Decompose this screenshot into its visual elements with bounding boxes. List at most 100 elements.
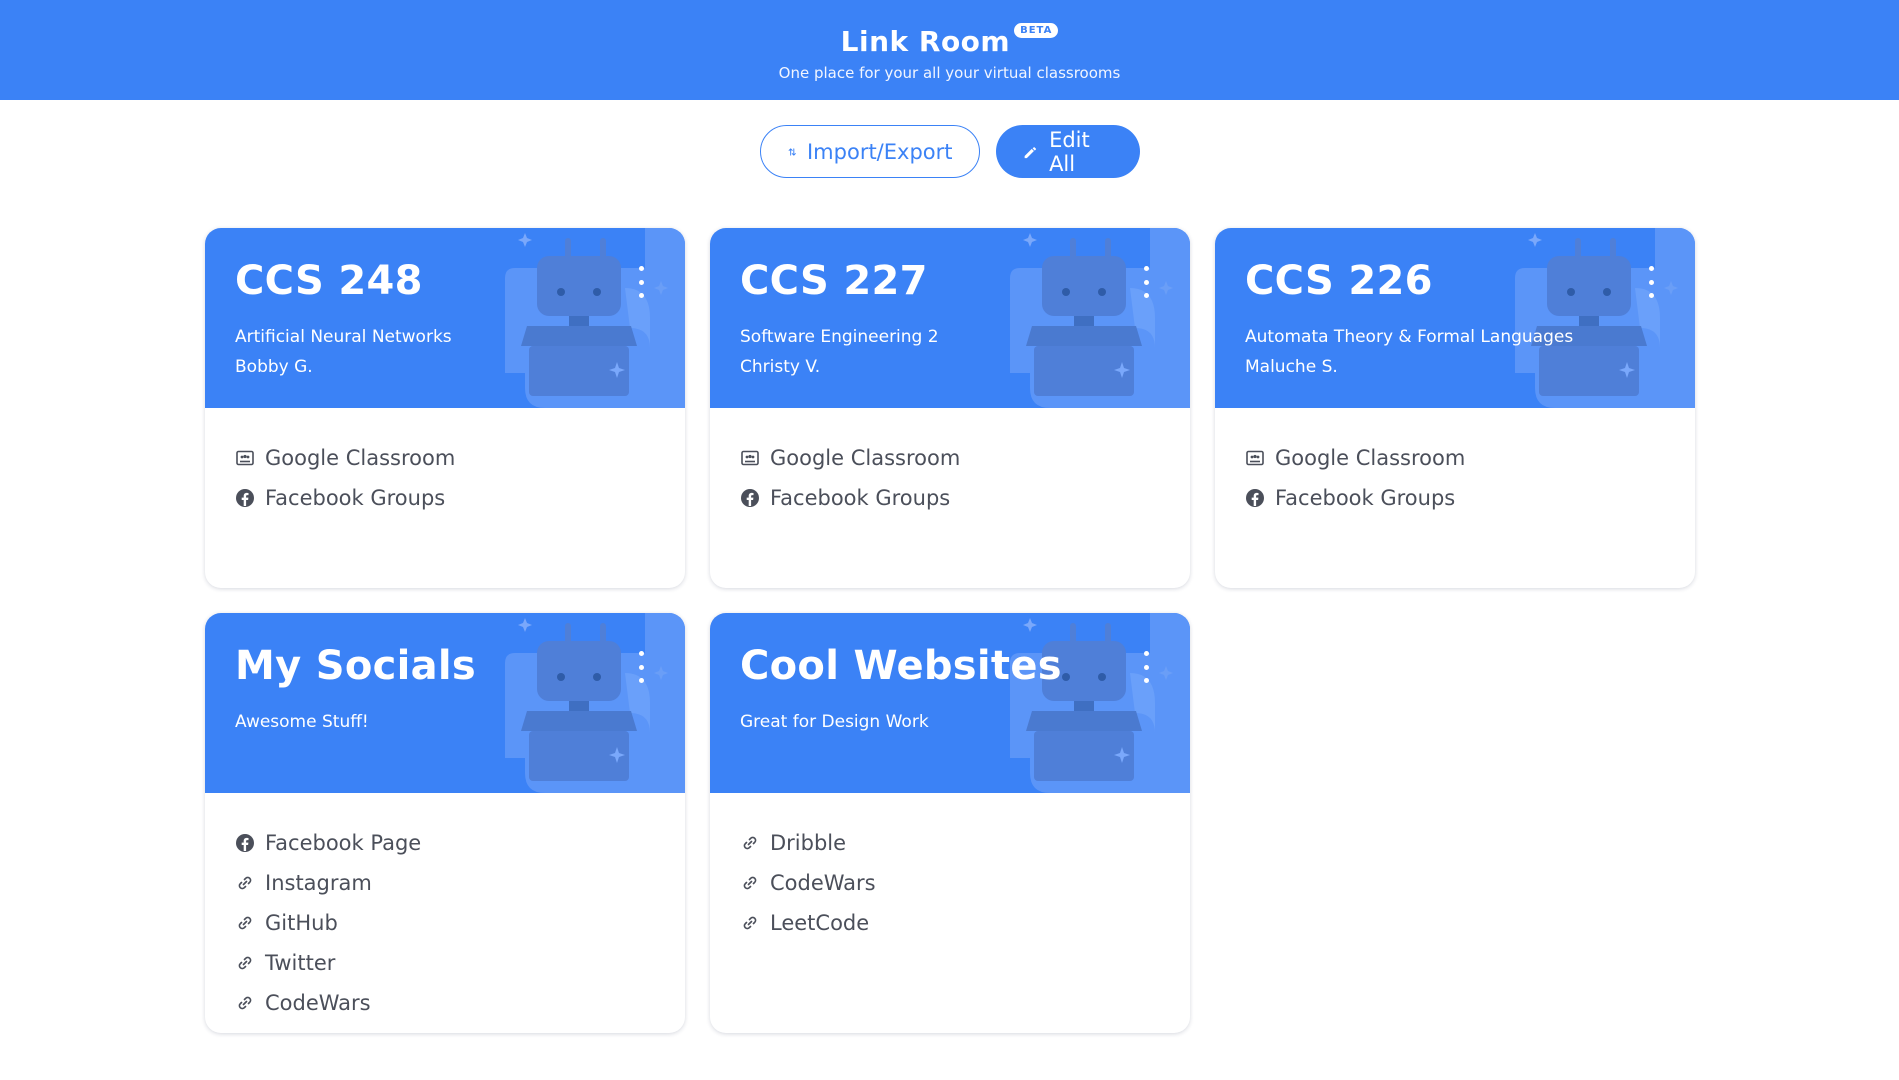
- app-header: Link Room BETA One place for your all yo…: [0, 0, 1899, 100]
- card-title: My Socials: [235, 643, 477, 689]
- link-item[interactable]: CodeWars: [235, 983, 655, 1023]
- link-card: CCS 226 Automata Theory & Formal Language…: [1215, 228, 1695, 588]
- link-item[interactable]: LeetCode: [740, 903, 1160, 943]
- card-menu-button[interactable]: [1140, 651, 1152, 683]
- link-item[interactable]: Facebook Groups: [235, 478, 655, 518]
- link-label: Google Classroom: [265, 446, 456, 470]
- import-export-label: Import/Export: [806, 139, 953, 164]
- link-label: Facebook Groups: [1275, 486, 1456, 510]
- link-label: Facebook Groups: [265, 486, 446, 510]
- link-icon: [238, 916, 252, 930]
- link-icon: [743, 876, 757, 890]
- facebook-icon: [236, 834, 254, 852]
- more-vertical-icon: [638, 651, 644, 656]
- more-vertical-icon: [1143, 651, 1149, 656]
- classroom-icon: [1246, 450, 1264, 466]
- card-grid: CCS 248 Artificial Neural Networks Bobby G…: [205, 228, 1695, 1033]
- link-card: CCS 227 Software Engineering 2 Christy V. G…: [710, 228, 1190, 588]
- card-menu-button[interactable]: [635, 651, 647, 683]
- link-card: CCS 248 Artificial Neural Networks Bobby G…: [205, 228, 685, 588]
- card-subtitle-line: Artificial Neural Networks: [235, 327, 452, 347]
- pencil-icon: [1024, 146, 1036, 158]
- card-menu-button[interactable]: [1645, 266, 1657, 298]
- sort-arrows-icon: [788, 147, 796, 156]
- card-menu-button[interactable]: [635, 266, 647, 298]
- link-icon: [238, 956, 252, 970]
- card-subtitle-line: Bobby G.: [235, 357, 313, 377]
- card-title: CCS 248: [235, 258, 423, 304]
- card-header: CCS 248 Artificial Neural Networks Bobby G…: [205, 228, 685, 408]
- link-item[interactable]: Facebook Groups: [1245, 478, 1665, 518]
- more-vertical-icon: [1143, 266, 1149, 271]
- link-icon: [238, 996, 252, 1010]
- card-subtitle-line: Christy V.: [740, 357, 821, 377]
- import-export-button[interactable]: Import/Export: [759, 125, 980, 178]
- card-links: Google Classroom Facebook Groups: [1215, 408, 1695, 548]
- link-label: GitHub: [265, 911, 338, 935]
- facebook-icon: [741, 489, 759, 507]
- card-links: Google Classroom Facebook Groups: [205, 408, 685, 548]
- card-title: Cool Websites: [740, 643, 1062, 689]
- link-label: Instagram: [265, 871, 372, 895]
- card-subtitle: Great for Design Work: [740, 707, 1160, 737]
- link-icon: [743, 836, 757, 850]
- link-card: My Socials Awesome Stuff! Facebook Page Ins…: [205, 613, 685, 1033]
- classroom-icon: [236, 450, 254, 466]
- link-label: LeetCode: [770, 911, 870, 935]
- facebook-icon: [1246, 489, 1264, 507]
- card-subtitle-line: Maluche S.: [1245, 357, 1338, 377]
- edit-all-label: Edit All: [1049, 127, 1090, 176]
- card-links: Google Classroom Facebook Groups: [710, 408, 1190, 548]
- link-label: Facebook Groups: [770, 486, 951, 510]
- link-label: Dribble: [770, 831, 847, 855]
- card-subtitle: Software Engineering 2 Christy V.: [740, 322, 1160, 382]
- card-menu-button[interactable]: [1140, 266, 1152, 298]
- brand: Link Room BETA: [841, 19, 1059, 58]
- link-item[interactable]: Facebook Groups: [740, 478, 1160, 518]
- robot-illustration: [1010, 613, 1190, 793]
- card-links: Facebook Page Instagram GitHub Twitter CodeW…: [205, 793, 685, 1033]
- link-label: CodeWars: [265, 991, 371, 1015]
- card-subtitle-line: Automata Theory & Formal Languages: [1245, 327, 1574, 347]
- more-vertical-icon: [638, 266, 644, 271]
- link-label: CodeWars: [770, 871, 876, 895]
- link-item[interactable]: CodeWars: [740, 863, 1160, 903]
- card-header: CCS 227 Software Engineering 2 Christy V.: [710, 228, 1190, 408]
- link-item[interactable]: Instagram: [235, 863, 655, 903]
- card-title: CCS 226: [1245, 258, 1433, 304]
- card-header: My Socials Awesome Stuff!: [205, 613, 685, 793]
- toolbar: Import/Export Edit All: [0, 125, 1899, 178]
- link-card: Cool Websites Great for Design Work Dribbl…: [710, 613, 1190, 1033]
- facebook-icon: [236, 489, 254, 507]
- card-subtitle-line: Great for Design Work: [740, 712, 929, 732]
- card-subtitle: Awesome Stuff!: [235, 707, 655, 737]
- card-title: CCS 227: [740, 258, 928, 304]
- link-item[interactable]: Google Classroom: [235, 438, 655, 478]
- more-vertical-icon: [1648, 266, 1654, 271]
- link-item[interactable]: Facebook Page: [235, 823, 655, 863]
- link-label: Google Classroom: [770, 446, 961, 470]
- card-links: Dribble CodeWars LeetCode: [710, 793, 1190, 973]
- card-subtitle: Automata Theory & Formal Languages Maluch…: [1245, 322, 1665, 382]
- link-icon: [238, 876, 252, 890]
- card-header: Cool Websites Great for Design Work: [710, 613, 1190, 793]
- link-item[interactable]: Google Classroom: [1245, 438, 1665, 478]
- card-subtitle-line: Software Engineering 2: [740, 327, 939, 347]
- classroom-icon: [741, 450, 759, 466]
- card-subtitle: Artificial Neural Networks Bobby G.: [235, 322, 655, 382]
- link-item[interactable]: Dribble: [740, 823, 1160, 863]
- card-header: CCS 226 Automata Theory & Formal Language…: [1215, 228, 1695, 408]
- link-icon: [743, 916, 757, 930]
- link-label: Facebook Page: [265, 831, 422, 855]
- link-item[interactable]: Google Classroom: [740, 438, 1160, 478]
- link-item[interactable]: Twitter: [235, 943, 655, 983]
- card-subtitle-line: Awesome Stuff!: [235, 712, 369, 732]
- edit-all-button[interactable]: Edit All: [995, 125, 1140, 178]
- link-item[interactable]: GitHub: [235, 903, 655, 943]
- app-title: Link Room: [840, 24, 1011, 58]
- beta-badge: BETA: [1014, 22, 1059, 38]
- app-tagline: One place for your all your virtual clas…: [778, 63, 1121, 82]
- link-label: Google Classroom: [1275, 446, 1466, 470]
- robot-illustration: [505, 613, 685, 793]
- link-label: Twitter: [265, 951, 336, 975]
